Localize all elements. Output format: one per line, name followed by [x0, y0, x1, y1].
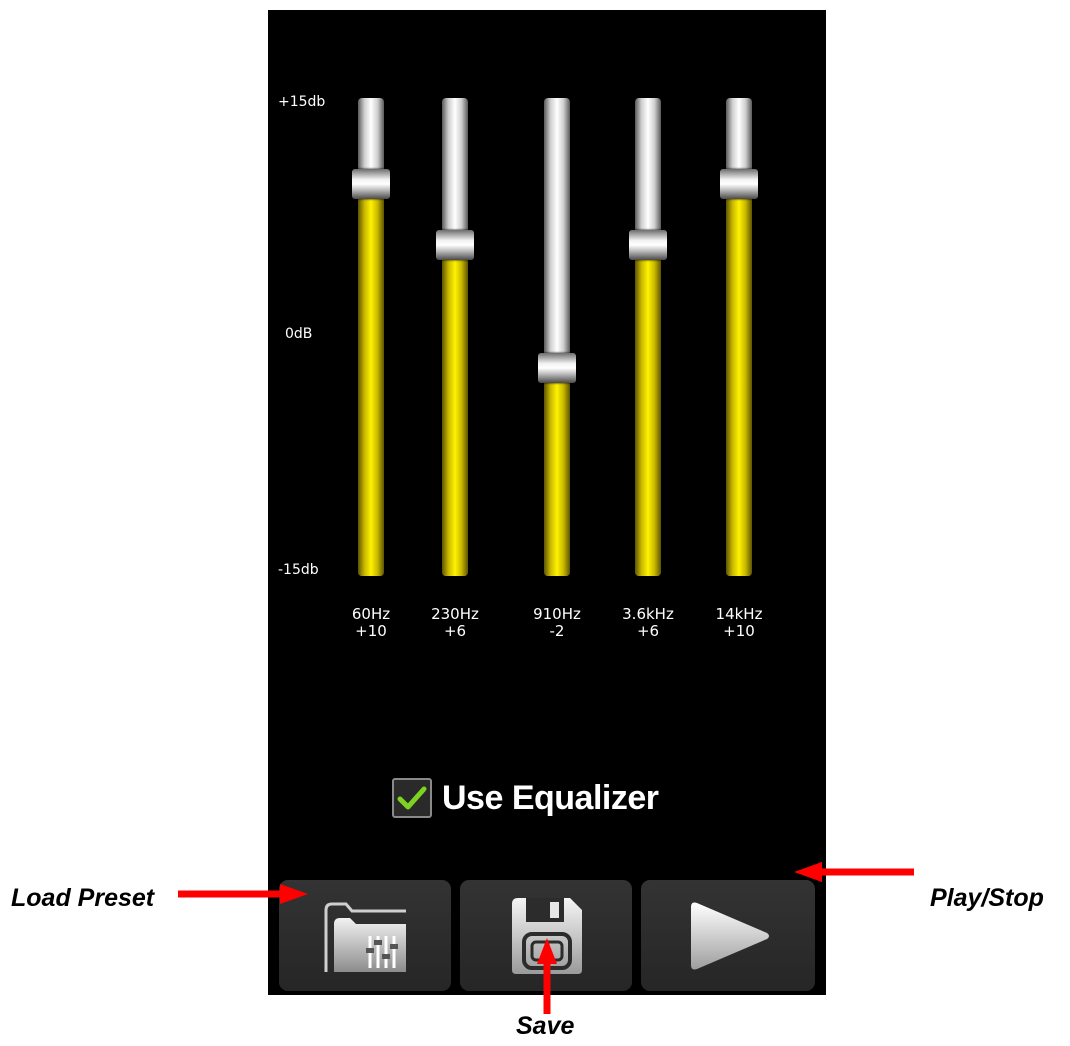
band-gain-value: -2	[549, 622, 565, 640]
arrow-left-icon	[794, 862, 914, 882]
play-stop-annotation: Play/Stop	[930, 884, 1044, 912]
band-slider-14khz[interactable]: 14kHz +10	[709, 98, 769, 648]
slider-thumb[interactable]	[436, 230, 474, 261]
band-slider-60hz[interactable]: 60Hz +10	[341, 98, 401, 648]
band-slider-3-6khz[interactable]: 3.6kHz +6	[618, 98, 678, 648]
checkmark-icon	[397, 786, 427, 810]
band-frequency: 14kHz	[715, 605, 763, 623]
slider-fill	[635, 245, 661, 576]
slider-track[interactable]	[635, 98, 661, 576]
use-equalizer-label: Use Equalizer	[442, 778, 659, 817]
band-frequency: 910Hz	[533, 605, 581, 623]
band-gain-value: +6	[636, 622, 660, 640]
band-frequency: 3.6kHz	[622, 605, 674, 623]
folder-equalizer-icon	[324, 902, 406, 972]
scale-zero-label: 0dB	[285, 326, 313, 342]
slider-fill	[544, 367, 570, 576]
save-annotation: Save	[516, 1012, 575, 1040]
slider-fill	[442, 245, 468, 576]
use-equalizer-toggle[interactable]: Use Equalizer	[392, 778, 659, 818]
slider-fill	[726, 184, 752, 576]
band-frequency: 60Hz	[351, 605, 391, 623]
slider-track[interactable]	[442, 98, 468, 576]
slider-thumb[interactable]	[538, 352, 576, 383]
band-frequency: 230Hz	[431, 605, 479, 623]
slider-thumb[interactable]	[352, 169, 390, 200]
scale-max-label: +15db	[278, 94, 326, 110]
arrow-right-icon	[178, 884, 308, 904]
use-equalizer-checkbox[interactable]	[392, 778, 432, 818]
arrow-up-icon	[537, 938, 557, 1014]
band-gain-value: +10	[355, 622, 387, 640]
slider-fill	[358, 184, 384, 576]
band-gain-value: +6	[443, 622, 467, 640]
band-gain-value: +10	[723, 622, 755, 640]
scale-min-label: -15db	[278, 562, 319, 578]
band-slider-910hz[interactable]: 910Hz -2	[527, 98, 587, 648]
play-icon	[691, 902, 769, 969]
equalizer-screen: +15db 0dB -15db 60Hz +10 230Hz +6 910Hz …	[268, 10, 826, 995]
play-stop-button[interactable]	[641, 880, 815, 991]
slider-track[interactable]	[544, 98, 570, 576]
load-preset-annotation: Load Preset	[11, 884, 155, 912]
slider-thumb[interactable]	[720, 169, 758, 200]
slider-thumb[interactable]	[629, 230, 667, 261]
band-slider-230hz[interactable]: 230Hz +6	[425, 98, 485, 648]
